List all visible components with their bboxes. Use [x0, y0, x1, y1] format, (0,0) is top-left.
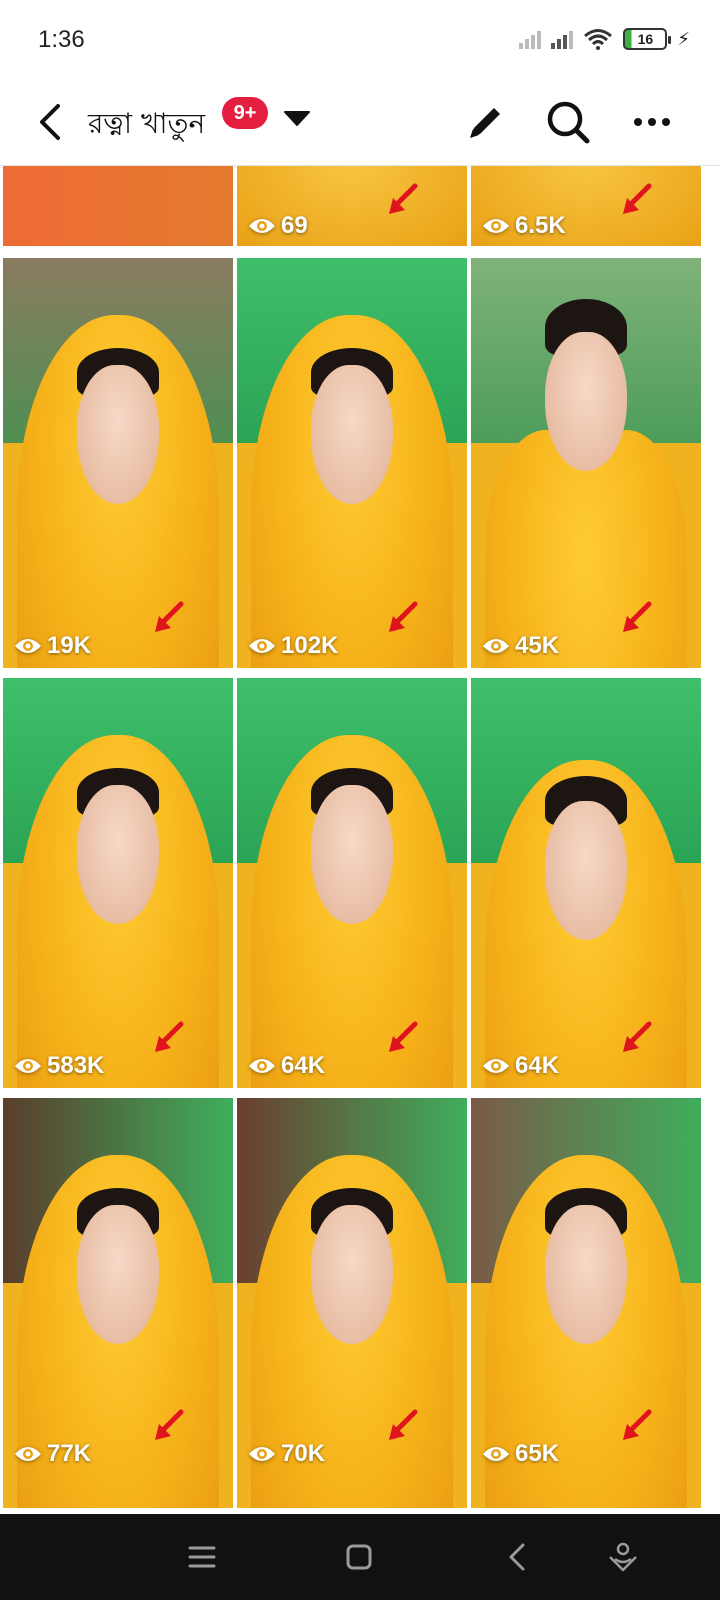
eye-icon: [249, 1447, 275, 1461]
red-arrow-icon: [155, 601, 184, 632]
menu-icon: [188, 1546, 216, 1568]
chevron-left-icon: [40, 104, 60, 140]
red-arrow-icon: [623, 1021, 652, 1052]
pencil-icon: [470, 108, 500, 138]
red-arrow-icon: [623, 1409, 652, 1440]
menu-button[interactable]: [177, 1532, 227, 1582]
notification-badge: 9+: [222, 97, 268, 129]
red-arrow-icon: [389, 1409, 418, 1440]
view-count-label: 64K: [515, 1052, 560, 1079]
home-square-icon: [346, 1544, 372, 1570]
search-button[interactable]: [544, 98, 592, 146]
red-arrow-icon: [155, 1409, 184, 1440]
view-count: 69: [247, 212, 308, 240]
red-arrow-icon: [389, 601, 418, 632]
view-count-label: 19K: [47, 632, 92, 659]
view-count: 102K: [247, 632, 338, 660]
eye-icon: [483, 1447, 509, 1461]
red-arrow-icon: [389, 1021, 418, 1052]
caret-down-icon[interactable]: [282, 108, 312, 128]
grid-tile[interactable]: 583K: [3, 678, 233, 1088]
grid-tile[interactable]: 65K: [471, 1098, 701, 1508]
signal-icon: [551, 29, 574, 49]
more-button[interactable]: [628, 98, 676, 146]
eye-icon: [483, 639, 509, 653]
view-count-label: 45K: [515, 632, 560, 659]
page-title[interactable]: রত্না খাতুন: [88, 102, 205, 149]
grid-tile[interactable]: 45K: [471, 258, 701, 668]
view-count-label: 583K: [47, 1052, 105, 1079]
grid-tile[interactable]: [3, 166, 233, 246]
eye-icon: [483, 219, 509, 233]
grid-tile[interactable]: 6.5K: [471, 166, 701, 246]
back-button[interactable]: [28, 100, 72, 144]
eye-icon: [249, 1059, 275, 1073]
edit-button[interactable]: [462, 98, 510, 146]
grid-tile[interactable]: 102K: [237, 258, 467, 668]
eye-icon: [15, 639, 41, 653]
view-count-label: 64K: [281, 1052, 326, 1079]
view-count: 64K: [481, 1052, 559, 1080]
grid-tile[interactable]: 70K: [237, 1098, 467, 1508]
battery-icon: 16: [623, 28, 672, 50]
back-nav-button[interactable]: [492, 1532, 542, 1582]
view-count: 65K: [481, 1440, 559, 1468]
grid-tile[interactable]: 69: [237, 166, 467, 246]
wifi-icon: [584, 29, 613, 50]
view-count: 45K: [481, 632, 559, 660]
assistant-icon: [609, 1542, 637, 1572]
red-arrow-icon: [623, 601, 652, 632]
view-count: 583K: [13, 1052, 104, 1080]
view-count-label: 69: [281, 212, 308, 239]
view-count-label: 102K: [281, 632, 339, 659]
status-time: 1:36: [38, 26, 85, 53]
view-count: 6.5K: [481, 212, 566, 240]
eye-icon: [483, 1059, 509, 1073]
view-count: 19K: [13, 632, 91, 660]
system-nav-bar: [0, 1514, 720, 1600]
back-triangle-icon: [509, 1543, 525, 1571]
grid-tile[interactable]: 77K: [3, 1098, 233, 1508]
header: রত্না খাতুন 9+: [0, 80, 720, 166]
home-button[interactable]: [334, 1532, 384, 1582]
charging-icon: ⚡: [677, 28, 690, 49]
video-grid: 69 6.5K 19K 102K 45K 583K 64K 64K 77K 70…: [0, 166, 720, 1514]
grid-tile[interactable]: 64K: [237, 678, 467, 1088]
view-count: 77K: [13, 1440, 91, 1468]
view-count-label: 6.5K: [515, 212, 566, 239]
more-horizontal-icon: [634, 118, 670, 126]
view-count-label: 65K: [515, 1440, 560, 1467]
grid-tile[interactable]: 19K: [3, 258, 233, 668]
search-icon: [547, 101, 590, 144]
signal-icon: [519, 29, 542, 49]
eye-icon: [15, 1059, 41, 1073]
assistant-button[interactable]: [598, 1532, 648, 1582]
view-count-label: 77K: [47, 1440, 92, 1467]
status-bar: 1:36 16 ⚡: [0, 0, 720, 80]
red-arrow-icon: [389, 183, 418, 214]
view-count: 64K: [247, 1052, 325, 1080]
status-icons: 16 ⚡: [519, 28, 690, 50]
eye-icon: [15, 1447, 41, 1461]
red-arrow-icon: [623, 183, 652, 214]
eye-icon: [249, 639, 275, 653]
eye-icon: [249, 219, 275, 233]
red-arrow-icon: [155, 1021, 184, 1052]
view-count-label: 70K: [281, 1440, 326, 1467]
view-count: 70K: [247, 1440, 325, 1468]
grid-tile[interactable]: 64K: [471, 678, 701, 1088]
